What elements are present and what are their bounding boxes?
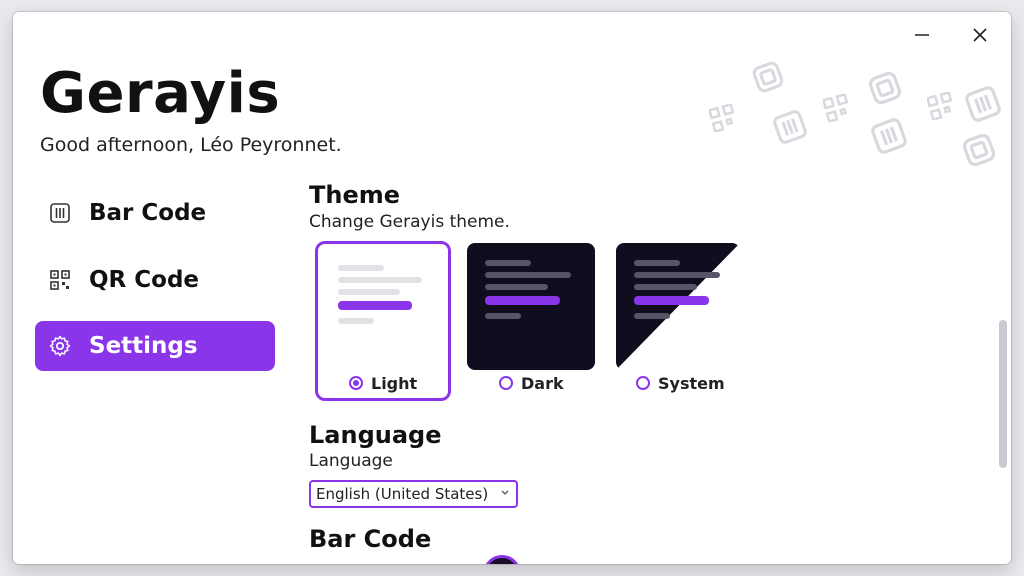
- theme-option-label: Dark: [521, 373, 564, 393]
- radio-unselected: [636, 376, 650, 390]
- barcode-icon: [773, 110, 807, 144]
- system-theme-preview: [616, 243, 740, 370]
- minimize-icon: [915, 34, 929, 36]
- app-title: Gerayis: [40, 61, 281, 126]
- dark-theme-preview: [467, 243, 595, 370]
- sidebar-item-label: QR Code: [89, 267, 200, 293]
- theme-radio-system[interactable]: System: [636, 371, 725, 395]
- app-window: Gerayis Good afternoon, Léo Peyronnet. B…: [13, 12, 1011, 564]
- chevron-down-icon: [501, 490, 509, 495]
- barcode-section-title: Bar Code: [309, 525, 432, 553]
- vertical-scrollbar[interactable]: [999, 320, 1007, 468]
- sidebar-item-settings[interactable]: Settings: [35, 321, 275, 371]
- decorative-icon-pattern: [703, 52, 1003, 182]
- color-swatch[interactable]: [483, 555, 521, 564]
- close-button[interactable]: [963, 20, 997, 50]
- language-section-title: Language: [309, 421, 442, 449]
- barcode-icon: [47, 200, 73, 226]
- qrcode-icon: [823, 94, 849, 122]
- scan-icon: [752, 61, 784, 93]
- minimize-button[interactable]: [905, 20, 939, 50]
- radio-selected: [349, 376, 363, 390]
- qrcode-icon: [47, 267, 73, 293]
- scan-icon: [962, 133, 996, 167]
- theme-radio-dark[interactable]: Dark: [499, 371, 564, 395]
- barcode-icon: [965, 86, 1001, 122]
- sidebar-item-bar-code[interactable]: Bar Code: [35, 188, 275, 238]
- theme-section-subtitle: Change Gerayis theme.: [309, 212, 510, 232]
- radio-unselected: [499, 376, 513, 390]
- sidebar-item-qr-code[interactable]: QR Code: [35, 255, 275, 305]
- close-icon: [973, 28, 987, 42]
- theme-radio-light[interactable]: Light: [349, 371, 417, 395]
- gear-icon: [47, 333, 73, 359]
- theme-option-label: Light: [371, 373, 418, 393]
- theme-section-title: Theme: [309, 181, 401, 209]
- scan-icon: [868, 71, 902, 105]
- light-theme-preview: [323, 249, 443, 365]
- qrcode-icon: [709, 104, 735, 132]
- theme-option-label: System: [658, 373, 725, 393]
- barcode-icon: [871, 118, 907, 154]
- greeting-text: Good afternoon, Léo Peyronnet.: [40, 134, 342, 156]
- language-select[interactable]: English (United States): [309, 480, 518, 508]
- sidebar-item-label: Bar Code: [89, 200, 207, 226]
- language-select-value: English (United States): [316, 485, 489, 503]
- sidebar-item-label: Settings: [89, 333, 198, 359]
- qrcode-icon: [927, 92, 953, 120]
- language-section-subtitle: Language: [309, 451, 393, 471]
